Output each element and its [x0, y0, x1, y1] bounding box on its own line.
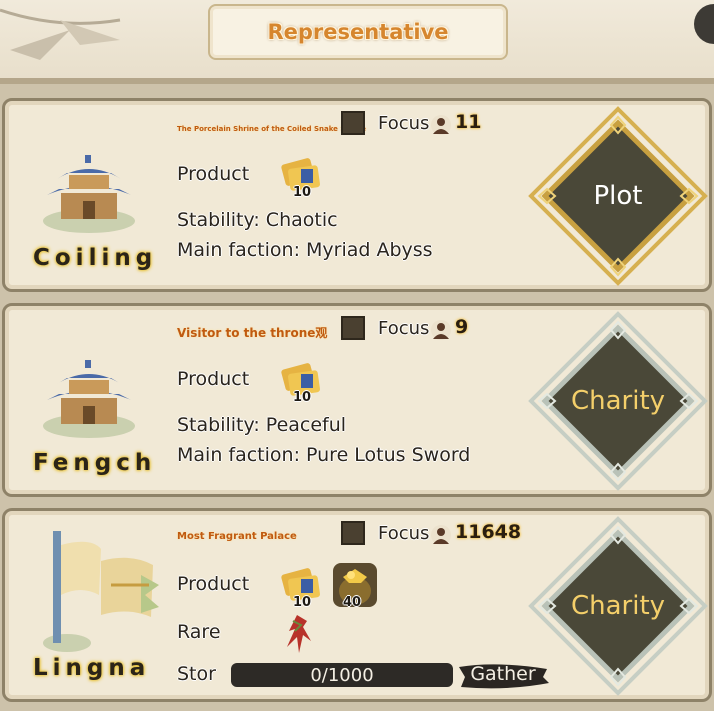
charity-label: Charity: [570, 386, 666, 416]
bamboo-decoration-icon: [0, 8, 121, 60]
town-name: Lingna: [33, 655, 151, 681]
person-icon: [431, 320, 451, 340]
product-count: 10: [293, 595, 312, 610]
product-label: Product: [177, 368, 250, 390]
focus-label: Focus: [378, 113, 430, 134]
charity-button[interactable]: Charity: [525, 513, 711, 699]
focus-value: 11: [455, 111, 482, 133]
focus-checkbox[interactable]: [341, 521, 365, 545]
close-button[interactable]: [694, 4, 714, 44]
product2-count: 40: [343, 595, 362, 610]
town-subtitle: The Porcelain Shrine of the Coiled Snake…: [177, 125, 366, 133]
plot-label: Plot: [593, 181, 643, 211]
storage-value: 0/1000: [310, 664, 374, 686]
faction-text: Main faction: Pure Lotus Sword: [177, 444, 471, 466]
rare-label: Rare: [177, 621, 221, 643]
focus-value: 11648: [455, 521, 522, 543]
pavilion-icon: [43, 360, 135, 438]
territory-card: Lingna Most Fragrant Palace Focus 11648 …: [2, 508, 712, 702]
product-label: Product: [177, 573, 250, 595]
person-icon: [431, 115, 451, 135]
plot-button[interactable]: Plot: [525, 103, 711, 289]
town-name: Fengch: [33, 450, 157, 476]
storage-progress-bar: 0/1000: [231, 663, 453, 687]
page-title: Representative: [267, 20, 449, 44]
red-herb-icon[interactable]: [279, 611, 315, 655]
town-subtitle: Visitor to the throne观: [177, 326, 328, 340]
person-icon: [431, 525, 451, 545]
charity-button[interactable]: Charity: [525, 308, 711, 494]
focus-checkbox[interactable]: [341, 111, 365, 135]
focus-label: Focus: [378, 318, 430, 339]
focus-checkbox[interactable]: [341, 316, 365, 340]
town-name: Coiling: [33, 245, 158, 271]
focus-value: 9: [455, 316, 469, 338]
faction-text: Main faction: Myriad Abyss: [177, 239, 433, 261]
storage-label: Stor: [177, 663, 216, 685]
top-bar: Representative: [0, 0, 714, 84]
town-subtitle: Most Fragrant Palace: [177, 531, 297, 542]
focus-label: Focus: [378, 523, 430, 544]
product-count: 10: [293, 185, 312, 200]
pavilion-icon: [43, 155, 135, 233]
title-tab: Representative: [208, 4, 508, 60]
charity-label: Charity: [570, 591, 666, 621]
territory-card: Fengch Visitor to the throne观 Focus 9 Pr…: [2, 303, 712, 497]
product-label: Product: [177, 163, 250, 185]
stability-text: Stability: Chaotic: [177, 209, 338, 231]
scroll-banner-icon: [43, 531, 159, 652]
territory-card: Coiling The Porcelain Shrine of the Coil…: [2, 98, 712, 292]
stability-text: Stability: Peaceful: [177, 414, 347, 436]
product-count: 10: [293, 390, 312, 405]
